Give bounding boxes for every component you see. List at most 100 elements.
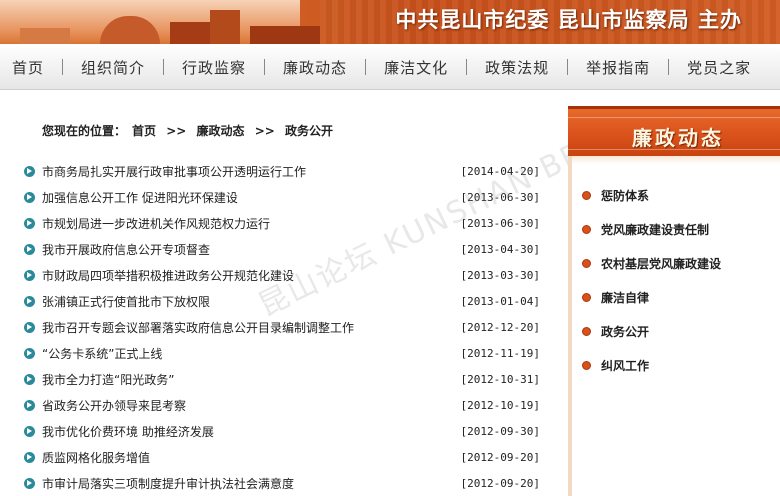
list-item: 我市召开专题会议部署落实政府信息公开目录编制调整工作 [2012-12-20] xyxy=(24,314,546,340)
nav-item-integrity-news[interactable]: 廉政动态 xyxy=(283,57,347,78)
bullet-dot-icon xyxy=(582,190,591,200)
bullet-dot-icon xyxy=(582,292,591,302)
banner-building xyxy=(20,28,70,44)
arrow-bullet-icon xyxy=(24,165,35,177)
sidebar-item-rectification[interactable]: 纠风工作 xyxy=(582,348,721,382)
news-list: 市商务局扎实开展行政审批事项公开透明运行工作 [2014-04-20] 加强信息公… xyxy=(24,158,546,496)
sidebar-title: 廉政动态 xyxy=(632,126,724,150)
breadcrumb-prefix: 您现在的位置： xyxy=(42,124,127,138)
nav-divider xyxy=(567,59,569,75)
breadcrumb-current: 政务公开 xyxy=(285,124,334,138)
arrow-bullet-icon xyxy=(24,451,35,463)
breadcrumb-separator: >> xyxy=(254,124,275,138)
sidebar-item-label: 惩防体系 xyxy=(601,188,650,203)
list-item: 市审计局落实三项制度提升审计执法社会满意度 [2012-09-20] xyxy=(24,470,546,496)
news-title-link[interactable]: 市规划局进一步改进机关作风规范权力运行 xyxy=(42,215,270,232)
nav-divider xyxy=(62,59,64,75)
arrow-bullet-icon xyxy=(24,399,35,411)
news-title-link[interactable]: 市商务局扎实开展行政审批事项公开透明运行工作 xyxy=(42,163,306,180)
list-item: 市财政局四项举措积极推进政务公开规范化建设 [2013-03-30] xyxy=(24,262,546,288)
nav-divider xyxy=(163,59,165,75)
list-item: “公务卡系统”正式上线 [2012-11-19] xyxy=(24,340,546,366)
news-title-link[interactable]: 质监网格化服务增值 xyxy=(42,449,150,466)
news-title-link[interactable]: 我市开展政府信息公开专项督查 xyxy=(42,241,210,258)
news-title-link[interactable]: 市审计局落实三项制度提升审计执法社会满意度 xyxy=(42,475,294,492)
banner-building xyxy=(210,10,240,44)
list-item: 张浦镇正式行使首批市下放权限 [2013-01-04] xyxy=(24,288,546,314)
bullet-dot-icon xyxy=(582,258,591,268)
site-title: 中共昆山市纪委 昆山市监察局 主办 xyxy=(395,8,742,32)
arrow-bullet-icon xyxy=(24,477,35,489)
sidebar-item-label: 纠风工作 xyxy=(601,358,650,373)
list-item: 我市全力打造“阳光政务” [2012-10-31] xyxy=(24,366,546,392)
news-title-link[interactable]: “公务卡系统”正式上线 xyxy=(42,345,162,362)
bullet-dot-icon xyxy=(582,224,591,234)
list-item: 市规划局进一步改进机关作风规范权力运行 [2013-06-30] xyxy=(24,210,546,236)
sidebar-item-responsibility[interactable]: 党风廉政建设责任制 xyxy=(582,212,721,246)
arrow-bullet-icon xyxy=(24,269,35,281)
sidebar-body: 惩防体系 党风廉政建设责任制 农村基层党风廉政建设 廉洁自律 政务公开 纠风工作 xyxy=(568,156,780,496)
nav-item-report-guide[interactable]: 举报指南 xyxy=(586,57,650,78)
site-banner: 中共昆山市纪委 昆山市监察局 主办 xyxy=(0,0,780,44)
news-date: [2013-01-04] xyxy=(460,294,540,308)
nav-item-organization[interactable]: 组织简介 xyxy=(81,57,145,78)
arrow-bullet-icon xyxy=(24,217,35,229)
sidebar-item-label: 政务公开 xyxy=(601,324,650,339)
list-item: 质监网格化服务增值 [2012-09-20] xyxy=(24,444,546,470)
nav-item-party-home[interactable]: 党员之家 xyxy=(687,57,751,78)
bullet-dot-icon xyxy=(582,326,591,336)
news-date: [2012-12-20] xyxy=(460,320,540,334)
breadcrumb-separator: >> xyxy=(166,124,187,138)
nav-divider xyxy=(668,59,670,75)
arrow-bullet-icon xyxy=(24,373,35,385)
news-title-link[interactable]: 省政务公开办领导来昆考察 xyxy=(42,397,186,414)
banner-building xyxy=(170,22,210,44)
nav-item-supervision[interactable]: 行政监察 xyxy=(182,57,246,78)
sidebar-header: 廉政动态 xyxy=(568,106,780,156)
list-item: 我市开展政府信息公开专项督查 [2013-04-30] xyxy=(24,236,546,262)
main-nav: 首页 组织简介 行政监察 廉政动态 廉洁文化 政策法规 举报指南 党员之家 xyxy=(0,44,780,90)
news-title-link[interactable]: 我市优化价费环境 助推经济发展 xyxy=(42,423,214,440)
list-item: 市商务局扎实开展行政审批事项公开透明运行工作 [2014-04-20] xyxy=(24,158,546,184)
nav-item-integrity-culture[interactable]: 廉洁文化 xyxy=(384,57,448,78)
sidebar-item-prevention-system[interactable]: 惩防体系 xyxy=(582,178,721,212)
breadcrumb-integrity-news[interactable]: 廉政动态 xyxy=(197,124,245,138)
sidebar-item-label: 农村基层党风廉政建设 xyxy=(601,256,722,271)
sidebar-item-label: 党风廉政建设责任制 xyxy=(601,222,710,237)
arrow-bullet-icon xyxy=(24,347,35,359)
nav-divider xyxy=(466,59,468,75)
news-date: [2012-09-20] xyxy=(460,450,540,464)
sidebar-item-government-affairs[interactable]: 政务公开 xyxy=(582,314,721,348)
news-date: [2012-10-19] xyxy=(460,398,540,412)
arrow-bullet-icon xyxy=(24,191,35,203)
nav-divider xyxy=(264,59,266,75)
news-date: [2013-06-30] xyxy=(460,190,540,204)
list-item: 加强信息公开工作 促进阳光环保建设 [2013-06-30] xyxy=(24,184,546,210)
news-title-link[interactable]: 张浦镇正式行使首批市下放权限 xyxy=(42,293,210,310)
news-date: [2012-09-20] xyxy=(460,476,540,490)
bullet-dot-icon xyxy=(582,360,591,370)
nav-divider xyxy=(365,59,367,75)
list-item: 我市优化价费环境 助推经济发展 [2012-09-30] xyxy=(24,418,546,444)
news-title-link[interactable]: 市财政局四项举措积极推进政务公开规范化建设 xyxy=(42,267,294,284)
arrow-bullet-icon xyxy=(24,321,35,333)
news-title-link[interactable]: 我市召开专题会议部署落实政府信息公开目录编制调整工作 xyxy=(42,319,354,336)
breadcrumb-home[interactable]: 首页 xyxy=(132,124,156,138)
list-item: 省政务公开办领导来昆考察 [2012-10-19] xyxy=(24,392,546,418)
sidebar-menu: 惩防体系 党风廉政建设责任制 农村基层党风廉政建设 廉洁自律 政务公开 纠风工作 xyxy=(582,178,721,382)
news-title-link[interactable]: 加强信息公开工作 促进阳光环保建设 xyxy=(42,189,238,206)
sidebar-item-self-discipline[interactable]: 廉洁自律 xyxy=(582,280,721,314)
news-title-link[interactable]: 我市全力打造“阳光政务” xyxy=(42,371,174,388)
news-date: [2013-03-30] xyxy=(460,268,540,282)
news-date: [2012-11-19] xyxy=(460,346,540,360)
breadcrumb: 您现在的位置： 首页 >> 廉政动态 >> 政务公开 xyxy=(42,122,339,139)
banner-building xyxy=(250,26,320,44)
nav-item-home[interactable]: 首页 xyxy=(12,57,44,78)
nav-item-policies[interactable]: 政策法规 xyxy=(485,57,549,78)
sidebar-item-label: 廉洁自律 xyxy=(601,290,650,305)
news-date: [2012-09-30] xyxy=(460,424,540,438)
news-date: [2012-10-31] xyxy=(460,372,540,386)
news-date: [2013-06-30] xyxy=(460,216,540,230)
arrow-bullet-icon xyxy=(24,425,35,437)
sidebar-item-rural-grassroots[interactable]: 农村基层党风廉政建设 xyxy=(582,246,721,280)
